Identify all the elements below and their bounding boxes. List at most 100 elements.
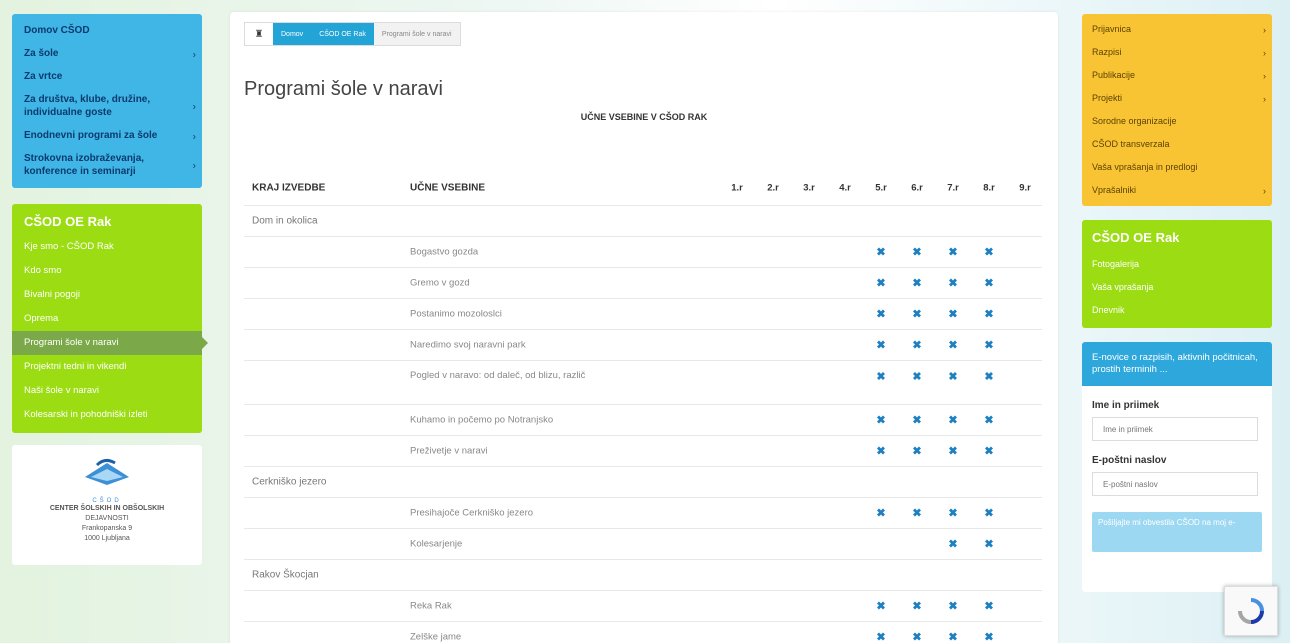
recaptcha-icon xyxy=(1238,598,1264,624)
unit-menu-item[interactable]: Bivalni pogoji xyxy=(12,283,202,307)
grade-mark-icon: ✖ xyxy=(984,507,994,520)
program-table: KRAJ IZVEDBE UČNE VSEBINE 1.r 2.r 3.r 4.r 5.… xyxy=(244,170,1042,643)
grade-mark-icon: ✖ xyxy=(912,631,922,643)
logo-org-line: CENTER ŠOLSKIH IN OBŠOLSKIH xyxy=(49,505,165,512)
grade-header: 9.r xyxy=(1019,182,1031,193)
grade-mark-icon: ✖ xyxy=(948,277,958,290)
info-menu-label: CŠOD transverzala xyxy=(1092,139,1170,149)
info-menu-label: Vprašalniki xyxy=(1092,185,1137,195)
breadcrumb-item-home[interactable]: Domov xyxy=(273,23,312,45)
unit-menu-item[interactable]: Programi šole v naravi xyxy=(12,331,208,355)
unit-links: CŠOD OE Rak Fotogalerija Vaša vprašanja Dn… xyxy=(1082,220,1272,328)
grade-mark-icon: ✖ xyxy=(948,414,958,427)
chevron-right-icon: › xyxy=(192,131,196,142)
grade-mark-icon: ✖ xyxy=(876,445,886,458)
unit-link-item[interactable]: Dnevnik xyxy=(1082,299,1272,322)
grade-mark-icon: ✖ xyxy=(912,507,922,520)
main-menu-item[interactable]: Enodnevni programi za šole › xyxy=(12,125,202,148)
row-content: Kolesarjenje xyxy=(410,538,463,550)
grade-mark-icon: ✖ xyxy=(876,371,886,383)
chevron-right-icon: › xyxy=(1263,47,1266,58)
info-menu-item[interactable]: CŠOD transverzala xyxy=(1082,133,1272,156)
info-menu-item[interactable]: Razpisi › xyxy=(1082,41,1272,64)
grade-mark-icon: ✖ xyxy=(984,277,994,290)
page-title: Programi šole v naravi xyxy=(244,78,443,100)
main-menu-item[interactable]: Za društva, klube, družine, individualne… xyxy=(12,89,202,125)
logo-org-line: DEJAVNOSTI xyxy=(85,515,129,522)
table-row: Presihajoče Cerkniško jezero ✖ ✖ ✖ ✖ xyxy=(244,498,1042,529)
grade-mark-icon: ✖ xyxy=(984,308,994,321)
info-menu-item[interactable]: Projekti › xyxy=(1082,87,1272,110)
table-row: Cerkniško jezero xyxy=(244,467,1042,498)
grade-mark-icon: ✖ xyxy=(912,445,922,458)
table-row: Naredimo svoj naravni park ✖ ✖ ✖ ✖ xyxy=(244,330,1042,361)
grade-header: 7.r xyxy=(947,182,959,193)
grade-header: 4.r xyxy=(839,182,851,193)
unit-menu-item[interactable]: Naši šole v naravi xyxy=(12,379,202,403)
info-menu-label: Vaša vprašanja in predlogi xyxy=(1092,162,1198,172)
unit-menu-title: CŠOD OE Rak xyxy=(24,214,112,229)
right-sidebar: Prijavnica › Razpisi › Publikacije › Projekti ›… xyxy=(1082,14,1272,592)
grade-header: 5.r xyxy=(875,182,887,193)
grade-mark-icon: ✖ xyxy=(984,339,994,352)
row-location: Rakov Škocjan xyxy=(252,569,319,581)
unit-menu-item[interactable]: Kdo smo xyxy=(12,259,202,283)
header-location: KRAJ IZVEDBE xyxy=(252,182,326,193)
grade-mark-icon: ✖ xyxy=(948,246,958,259)
logo-org-line: 1000 Ljubljana xyxy=(84,535,130,542)
grade-mark-icon: ✖ xyxy=(876,246,886,259)
grade-mark-icon: ✖ xyxy=(948,507,958,520)
home-icon[interactable]: ♜ xyxy=(245,23,273,45)
unit-link-item[interactable]: Vaša vprašanja xyxy=(1082,276,1272,299)
info-menu-label: Sorodne organizacije xyxy=(1092,116,1177,126)
grade-header: 6.r xyxy=(911,182,923,193)
grade-mark-icon: ✖ xyxy=(876,277,886,290)
unit-link-item[interactable]: Fotogalerija xyxy=(1082,253,1272,276)
subscribe-button[interactable]: Pošiljajte mi obvestila CŠOD na moj e- xyxy=(1092,512,1262,552)
name-input[interactable] xyxy=(1092,417,1258,441)
main-menu-item[interactable]: Strokovna izobraževanja, konference in s… xyxy=(12,148,202,184)
grade-header: 2.r xyxy=(767,182,779,193)
grade-mark-icon: ✖ xyxy=(876,631,886,643)
table-row: Kolesarjenje ✖ ✖ xyxy=(244,529,1042,560)
unit-menu-item[interactable]: Kje smo - CŠOD Rak xyxy=(12,235,202,259)
newsletter-box: E-novice o razpisih, aktivnih počitnicah… xyxy=(1082,342,1272,592)
left-sidebar: Domov CŠOD Za šole › Za vrtce Za društva, kl… xyxy=(12,14,208,565)
table-header: KRAJ IZVEDBE UČNE VSEBINE 1.r 2.r 3.r 4.r 5.… xyxy=(244,170,1042,206)
newsletter-intro: E-novice o razpisih, aktivnih počitnicah… xyxy=(1082,342,1272,386)
grade-mark-icon: ✖ xyxy=(984,538,994,551)
main-menu-label: Za društva, klube, družine, individualne… xyxy=(24,94,151,118)
unit-menu-item[interactable]: Kolesarski in pohodniški izleti xyxy=(12,403,202,427)
info-menu-item[interactable]: Prijavnica › xyxy=(1082,18,1272,41)
email-input[interactable] xyxy=(1092,472,1258,496)
table-row: Pogled v naravo: od daleč, od blizu, raz… xyxy=(244,361,1042,405)
info-menu-item[interactable]: Vaša vprašanja in predlogi xyxy=(1082,156,1272,179)
grade-mark-icon: ✖ xyxy=(948,538,958,551)
main-menu-label: Enodnevni programi za šole xyxy=(24,130,158,141)
row-content: Naredimo svoj naravni park xyxy=(410,339,526,351)
grade-header: 8.r xyxy=(983,182,995,193)
grade-mark-icon: ✖ xyxy=(948,445,958,458)
recaptcha-badge[interactable] xyxy=(1224,586,1278,636)
main-menu-item[interactable]: Za vrtce xyxy=(12,66,202,89)
table-row: Rakov Škocjan xyxy=(244,560,1042,591)
unit-menu-item[interactable]: Projektni tedni in vikendi xyxy=(12,355,202,379)
grade-mark-icon: ✖ xyxy=(948,600,958,613)
info-menu-item[interactable]: Vprašalniki › xyxy=(1082,179,1272,202)
row-content: Kuhamo in počemo po Notranjsko xyxy=(410,414,554,426)
info-menu-label: Publikacije xyxy=(1092,70,1136,80)
main-menu-item[interactable]: Za šole › xyxy=(12,43,202,66)
name-label: Ime in priimek xyxy=(1092,400,1160,411)
chevron-right-icon: › xyxy=(1263,93,1266,104)
grade-mark-icon: ✖ xyxy=(984,414,994,427)
info-menu-item[interactable]: Publikacije › xyxy=(1082,64,1272,87)
row-content: Presihajoče Cerkniško jezero xyxy=(410,507,534,519)
breadcrumb-item-unit[interactable]: CŠOD OE Rak xyxy=(311,23,374,45)
row-location: Cerkniško jezero xyxy=(252,476,327,488)
grade-mark-icon: ✖ xyxy=(984,246,994,259)
main-menu-item[interactable]: Domov CŠOD xyxy=(12,20,202,43)
info-menu-item[interactable]: Sorodne organizacije xyxy=(1082,110,1272,133)
unit-menu-item[interactable]: Oprema xyxy=(12,307,202,331)
grade-mark-icon: ✖ xyxy=(912,414,922,427)
main-menu-label: Strokovna izobraževanja, konference in s… xyxy=(24,153,145,177)
